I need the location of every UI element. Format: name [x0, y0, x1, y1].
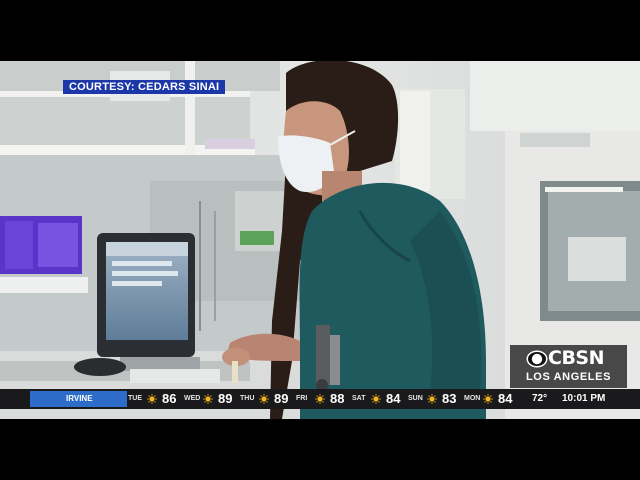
forecast-day: FRI 88 [296, 389, 352, 409]
sun-icon [371, 394, 381, 404]
forecast-day-temp: 88 [330, 391, 345, 406]
sun-icon [203, 394, 213, 404]
network-bug: CBSN LOS ANGELES [510, 345, 627, 388]
network-brand: CBSN [548, 347, 605, 369]
forecast-day: MON 84 [464, 389, 520, 409]
forecast-day: WED 89 [184, 389, 240, 409]
forecast-day-temp: 89 [218, 391, 233, 406]
current-temperature: 72° [532, 393, 548, 404]
forecast-day: SAT 84 [352, 389, 408, 409]
forecast-day-name: TUE [128, 395, 142, 402]
forecast-day-temp: 89 [274, 391, 289, 406]
forecast-day-temp: 86 [162, 391, 177, 406]
forecast-day-name: SAT [352, 395, 366, 402]
forecast-day-name: SUN [408, 395, 423, 402]
video-frame: COURTESY: CEDARS SINAI CBSN LOS ANGELES … [0, 0, 640, 480]
weather-ticker: IRVINE TUE 86 WED 89 THU 89 FRI 88 SAT 84 SUN 83 MON… [0, 389, 640, 409]
sun-icon [147, 394, 157, 404]
sun-icon [315, 394, 325, 404]
sun-icon [259, 394, 269, 404]
forecast-day-name: THU [240, 395, 255, 402]
forecast-day-temp: 84 [386, 391, 401, 406]
current-time: 10:01 PM [562, 393, 606, 404]
forecast-days: TUE 86 WED 89 THU 89 FRI 88 SAT 84 SUN 83 MON 84 [128, 389, 520, 409]
ticker-location: IRVINE [30, 391, 127, 407]
forecast-day: THU 89 [240, 389, 296, 409]
forecast-day: SUN 83 [408, 389, 464, 409]
sun-icon [427, 394, 437, 404]
forecast-day-name: MON [464, 395, 481, 402]
forecast-day-temp: 83 [442, 391, 457, 406]
cbs-eye-icon [526, 350, 548, 368]
network-city: LOS ANGELES [525, 371, 612, 383]
forecast-day-name: FRI [296, 395, 308, 402]
courtesy-caption: COURTESY: CEDARS SINAI [63, 80, 226, 94]
sun-icon [483, 394, 493, 404]
forecast-day: TUE 86 [128, 389, 184, 409]
forecast-day-name: WED [184, 395, 201, 402]
forecast-day-temp: 84 [498, 391, 513, 406]
